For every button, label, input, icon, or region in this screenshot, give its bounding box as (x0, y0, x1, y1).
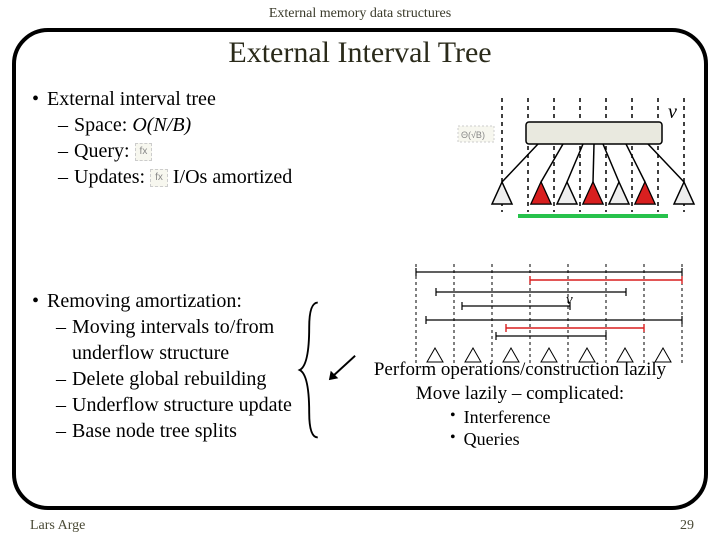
text: Removing amortization: (47, 288, 242, 314)
bullet-heading: Removing amortization: (32, 288, 338, 314)
text: Queries (464, 428, 520, 451)
interval-diagram: v (396, 262, 694, 366)
math-image-icon: fx (150, 169, 168, 187)
label: Updates: (74, 166, 145, 188)
callout-s2: Queries (450, 428, 710, 451)
theta-icon: Θ(√B) (461, 130, 485, 140)
callout-block: Perform operations/construction lazily M… (330, 358, 710, 451)
slide-title: External Interval Tree (0, 36, 720, 70)
label: Space: (74, 114, 132, 136)
v-label: v (566, 292, 573, 308)
text: Interference (464, 406, 551, 429)
callout-l2: Move lazily – complicated: (330, 382, 710, 406)
text: Base node tree splits (72, 418, 237, 444)
slide-topic: External memory data structures (0, 6, 720, 22)
v-label: v (668, 101, 677, 123)
math-image-icon: fx (135, 143, 153, 161)
text: Space: O(N/B) (74, 112, 191, 138)
tree-diagram: v Θ(√B) (448, 92, 698, 232)
text: Underflow structure update (72, 392, 292, 418)
text: Query: fx (74, 138, 152, 164)
expr: O(N/B) (132, 114, 191, 136)
callout-s1: Interference (450, 406, 710, 429)
bullet-heading: External interval tree (32, 86, 448, 112)
text: Delete global rebuilding (72, 366, 266, 392)
bullet-space: Space: O(N/B) (58, 112, 448, 138)
label: Query: (74, 140, 130, 162)
bullet-updates: Updates: fx I/Os amortized (58, 164, 448, 190)
bullet-block-1: External interval tree Space: O(N/B) Que… (28, 86, 448, 190)
text: Updates: fx I/Os amortized (74, 164, 292, 190)
bullet-block-2: Removing amortization: Moving intervals … (28, 288, 338, 444)
text: External interval tree (47, 86, 216, 112)
footer-author: Lars Arge (30, 518, 85, 534)
suffix: I/Os amortized (173, 166, 292, 188)
footer-page-number: 29 (680, 518, 694, 534)
bullet-query: Query: fx (58, 138, 448, 164)
